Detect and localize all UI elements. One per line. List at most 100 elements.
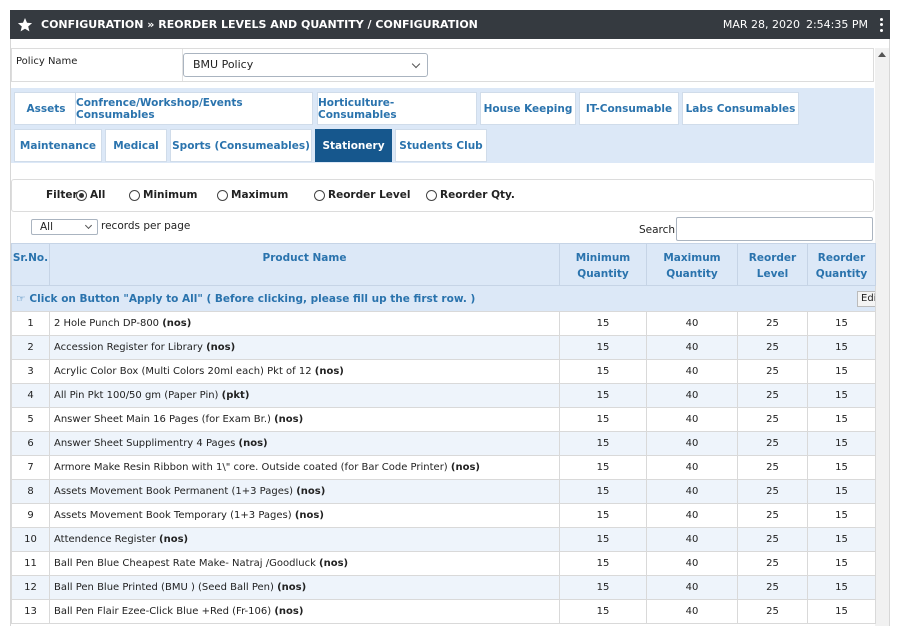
search-input[interactable] [676, 217, 873, 241]
filter-radio-minimum[interactable]: Minimum [129, 189, 197, 201]
product-name: Attendence Register [54, 534, 156, 545]
table-row[interactable]: 8 Assets Movement Book Permanent (1+3 Pag… [11, 479, 876, 504]
chevron-down-icon [84, 221, 93, 230]
cell-product: Assets Movement Book Temporary (1+3 Page… [49, 503, 560, 528]
cell-product: Attendence Register (nos) [49, 527, 560, 552]
tab-horticulture-consumables[interactable]: Horticulture- Consumables [317, 92, 477, 125]
cell-srno: 12 [11, 575, 50, 600]
cell-max-qty: 40 [646, 383, 738, 408]
product-name: Answer Sheet Main 16 Pages (for Exam Br.… [54, 414, 271, 425]
radio-label: Maximum [231, 189, 289, 201]
cell-product: Assets Movement Book Permanent (1+3 Page… [49, 479, 560, 504]
product-unit: (nos) [294, 510, 324, 521]
cell-reorder-level: 25 [737, 431, 808, 456]
table-row[interactable]: 12 Hole Punch DP-800 (nos) 15 40 25 15 [11, 311, 876, 336]
cell-reorder-level: 25 [737, 311, 808, 336]
cell-min-qty: 15 [559, 479, 647, 504]
table-row[interactable]: 9 Assets Movement Book Temporary (1+3 Pag… [11, 503, 876, 528]
cell-max-qty: 40 [646, 335, 738, 360]
cell-reorder-qty: 15 [807, 455, 876, 480]
table-row[interactable]: 11 Ball Pen Blue Cheapest Rate Make- Natr… [11, 551, 876, 576]
scroll-up-arrow-icon[interactable] [878, 52, 886, 57]
tab-house-keeping[interactable]: House Keeping [480, 92, 576, 125]
apply-note: Click on Button "Apply to All" ( Before … [29, 292, 476, 305]
star-icon[interactable] [17, 17, 33, 33]
category-tabs: Assets Confrence/Workshop/Events Consuma… [11, 88, 874, 163]
cell-srno: 7 [11, 455, 50, 480]
table-row[interactable]: 2 Accession Register for Library (nos) 15 4… [11, 335, 876, 360]
kebab-menu-icon[interactable] [878, 17, 884, 32]
cell-min-qty: 15 [559, 503, 647, 528]
product-name: Ball Pen Blue Printed (BMU ) (Seed Ball … [54, 582, 274, 593]
radio-icon [314, 189, 325, 201]
filter-radio-reorder-level[interactable]: Reorder Level [314, 189, 410, 201]
product-name: Assets Movement Book Temporary (1+3 Page… [54, 510, 292, 521]
cell-srno: 3 [11, 359, 50, 384]
col-header-reorder-qty[interactable]: Reorder Quantity [807, 243, 876, 286]
policy-select[interactable]: BMU Policy [183, 53, 428, 77]
cell-product: Ball Pen Blue Printed (BMU ) (Seed Ball … [49, 575, 560, 600]
cell-product: Answer Sheet Supplimentry 4 Pages (nos) [49, 431, 560, 456]
col-header-product[interactable]: Product Name [49, 243, 560, 286]
table-row[interactable]: 10 Attendence Register (nos) 15 40 25 15 [11, 527, 876, 552]
product-name: Answer Sheet Supplimentry 4 Pages [54, 438, 236, 449]
tab-assets[interactable]: Assets [14, 92, 78, 125]
edit-button[interactable]: Edit [857, 291, 875, 307]
tab-students-club[interactable]: Students Club [395, 129, 487, 162]
table-row[interactable]: 5 Answer Sheet Main 16 Pages (for Exam Br… [11, 407, 876, 432]
apply-to-all-row: ☞ Click on Button "Apply to All" ( Before… [11, 285, 876, 312]
tab-it-consumable[interactable]: IT-Consumable [579, 92, 679, 125]
table-row[interactable]: 7 Armore Make Resin Ribbon with 1\" core.… [11, 455, 876, 480]
filter-radio-maximum[interactable]: Maximum [217, 189, 288, 201]
tab-maintenance[interactable]: Maintenance [14, 129, 102, 162]
cell-reorder-level: 25 [737, 455, 808, 480]
cell-reorder-qty: 15 [807, 503, 876, 528]
table-row[interactable]: 6 Answer Sheet Supplimentry 4 Pages (nos)… [11, 431, 876, 456]
cell-reorder-qty: 15 [807, 479, 876, 504]
product-unit: (nos) [274, 606, 304, 617]
cell-product: All Pin Pkt 100/50 gm (Paper Pin) (pkt) [49, 383, 560, 408]
cell-srno: 5 [11, 407, 50, 432]
page-title: CONFIGURATION » REORDER LEVELS AND QUANT… [41, 18, 478, 31]
cell-min-qty: 15 [559, 455, 647, 480]
col-header-max[interactable]: Maximum Quantity [646, 243, 738, 286]
cell-srno: 1 [11, 311, 50, 336]
table-row[interactable]: 4 All Pin Pkt 100/50 gm (Paper Pin) (pkt)… [11, 383, 876, 408]
cell-srno: 10 [11, 527, 50, 552]
cell-min-qty: 15 [559, 527, 647, 552]
tab-stationery[interactable]: Stationery [315, 129, 392, 162]
cell-product: Ball Pen Flair Ezee-Click Blue +Red (Fr-… [49, 599, 560, 624]
cell-product: Accession Register for Library (nos) [49, 335, 560, 360]
product-unit: (nos) [314, 366, 344, 377]
filter-radio-reorder-qty[interactable]: Reorder Qty. [426, 189, 515, 201]
tab-sports-consumables[interactable]: Sports (Consumeables) [170, 129, 312, 162]
records-per-page-select[interactable]: All [31, 219, 98, 235]
product-unit: (nos) [274, 414, 304, 425]
product-name: Ball Pen Blue Cheapest Rate Make- Natraj… [54, 558, 316, 569]
product-name: Acrylic Color Box (Multi Colors 20ml eac… [54, 366, 312, 377]
table-row[interactable]: 13 Ball Pen Flair Ezee-Click Blue +Red (F… [11, 599, 876, 624]
product-unit: (nos) [450, 462, 480, 473]
cell-srno: 13 [11, 599, 50, 624]
tab-conference-consumables[interactable]: Confrence/Workshop/Events Consumables [75, 92, 313, 125]
vertical-scrollbar[interactable] [875, 48, 889, 626]
cell-min-qty: 15 [559, 431, 647, 456]
policy-select-value: BMU Policy [193, 58, 254, 71]
col-header-min[interactable]: Minimum Quantity [559, 243, 647, 286]
table-row[interactable]: 12 Ball Pen Blue Printed (BMU ) (Seed Bal… [11, 575, 876, 600]
cell-reorder-qty: 15 [807, 551, 876, 576]
table-row[interactable]: 3 Acrylic Color Box (Multi Colors 20ml ea… [11, 359, 876, 384]
cell-reorder-qty: 15 [807, 383, 876, 408]
filter-radio-all[interactable]: All [76, 189, 105, 201]
cell-reorder-qty: 15 [807, 527, 876, 552]
col-header-srno[interactable]: Sr.No. [11, 243, 50, 286]
tab-medical[interactable]: Medical [105, 129, 167, 162]
product-unit: (pkt) [221, 390, 250, 401]
cell-product: Answer Sheet Main 16 Pages (for Exam Br.… [49, 407, 560, 432]
col-header-reorder-level[interactable]: Reorder Level [737, 243, 808, 286]
tab-labs-consumables[interactable]: Labs Consumables [682, 92, 799, 125]
cell-reorder-level: 25 [737, 407, 808, 432]
cell-max-qty: 40 [646, 407, 738, 432]
cell-srno: 2 [11, 335, 50, 360]
table-header-row: Sr.No. Product Name Minimum Quantity Max… [11, 243, 876, 286]
